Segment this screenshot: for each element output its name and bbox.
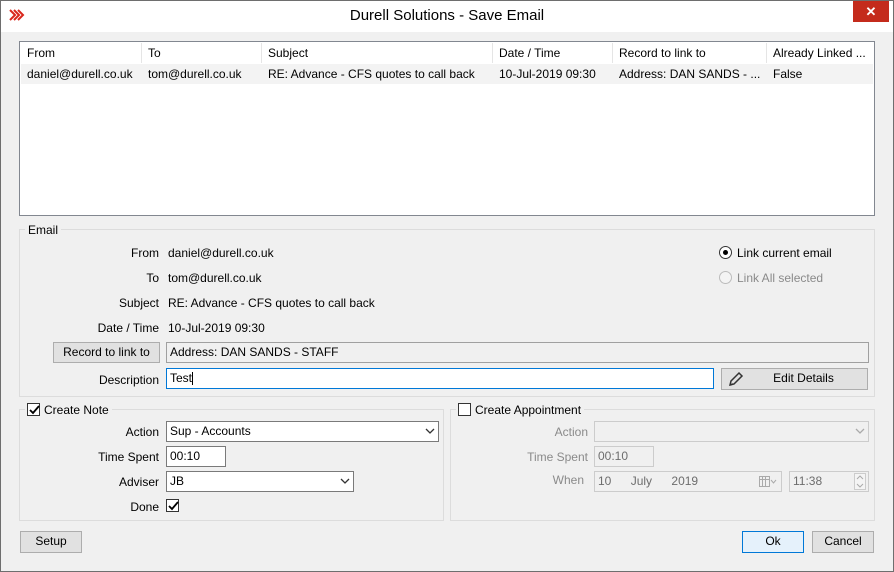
save-email-window: Durell Solutions - Save Email ✕ From To … [0, 0, 894, 572]
note-action-select[interactable]: Sup - Accounts [166, 421, 439, 442]
description-input[interactable]: Test [166, 368, 714, 389]
when-year: 2019 [671, 474, 699, 488]
time-spinner-icon[interactable] [854, 473, 866, 491]
create-appointment-label[interactable]: Create Appointment [475, 403, 581, 417]
create-note-label[interactable]: Create Note [44, 403, 109, 417]
link-all-radio[interactable] [719, 271, 732, 284]
chevron-down-icon [340, 472, 350, 491]
date-time-label: Date / Time [97, 321, 159, 335]
cell-subject: RE: Advance - CFS quotes to call back [268, 67, 475, 81]
when-time-input[interactable]: 11:38 [789, 471, 869, 492]
record-to-link-button[interactable]: Record to link to [53, 342, 160, 363]
email-list-header: From To Subject Date / Time Record to li… [21, 43, 873, 63]
when-month: July [630, 474, 653, 488]
edit-details-button[interactable]: Edit Details [721, 368, 868, 390]
adviser-select[interactable]: JB [166, 471, 354, 492]
column-header-subject[interactable]: Subject [262, 43, 493, 63]
cell-date-time: 10-Jul-2019 09:30 [499, 67, 596, 81]
create-appointment-header: Create Appointment [456, 403, 585, 417]
window-title: Durell Solutions - Save Email [349, 7, 545, 24]
to-label: To [146, 271, 159, 285]
column-header-record[interactable]: Record to link to [613, 43, 767, 63]
cell-to: tom@durell.co.uk [148, 67, 242, 81]
close-button[interactable]: ✕ [853, 1, 889, 22]
email-group-label: Email [25, 223, 62, 237]
ok-button[interactable]: Ok [742, 531, 804, 553]
dialog-body: From To Subject Date / Time Record to li… [9, 32, 885, 565]
email-list[interactable]: From To Subject Date / Time Record to li… [19, 41, 875, 216]
date-time-value: 10-Jul-2019 09:30 [168, 321, 265, 335]
cell-record: Address: DAN SANDS - ... [619, 67, 761, 81]
when-day: 10 [598, 474, 612, 488]
appointment-time-spent-label: Time Spent [527, 450, 588, 464]
description-text: Test [170, 371, 193, 385]
from-value: daniel@durell.co.uk [168, 246, 274, 260]
chevron-down-icon [855, 422, 865, 441]
subject-label: Subject [118, 296, 159, 310]
table-row[interactable]: daniel@durell.co.uk tom@durell.co.uk RE:… [21, 64, 873, 84]
done-checkbox[interactable] [166, 499, 179, 512]
cancel-button[interactable]: Cancel [812, 531, 874, 553]
setup-button[interactable]: Setup [20, 531, 82, 553]
adviser-value: JB [170, 474, 185, 488]
from-label: From [131, 246, 159, 260]
column-header-date-time[interactable]: Date / Time [493, 43, 613, 63]
note-time-spent-label: Time Spent [98, 450, 159, 464]
text-caret [192, 372, 194, 386]
when-time-value: 11:38 [793, 474, 823, 488]
description-label: Description [98, 373, 159, 387]
note-action-value: Sup - Accounts [170, 424, 251, 438]
link-current-radio[interactable] [719, 246, 732, 259]
note-time-spent-input[interactable]: 00:10 [166, 446, 226, 467]
title-bar[interactable]: Durell Solutions - Save Email ✕ [1, 1, 893, 32]
column-header-already-linked[interactable]: Already Linked ... [767, 43, 873, 63]
cell-from: daniel@durell.co.uk [27, 67, 133, 81]
column-header-from[interactable]: From [21, 43, 142, 63]
create-note-header: Create Note [25, 403, 112, 417]
when-label: When [552, 473, 584, 487]
note-action-label: Action [125, 425, 159, 439]
cell-already-linked: False [773, 67, 803, 81]
to-value: tom@durell.co.uk [168, 271, 262, 285]
subject-value: RE: Advance - CFS quotes to call back [168, 296, 375, 310]
create-appointment-checkbox[interactable] [458, 403, 471, 416]
chevron-down-icon [425, 422, 435, 441]
column-header-to[interactable]: To [142, 43, 262, 63]
link-current-label[interactable]: Link current email [737, 246, 832, 260]
appointment-action-label: Action [554, 425, 588, 439]
when-date-picker[interactable]: 10 July 2019 [594, 471, 782, 492]
adviser-label: Adviser [118, 475, 159, 489]
record-to-link-field: Address: DAN SANDS - STAFF [166, 342, 869, 363]
close-icon: ✕ [865, 4, 877, 19]
calendar-icon[interactable] [759, 475, 777, 491]
edit-details-label: Edit Details [773, 371, 834, 385]
done-label: Done [130, 500, 159, 514]
link-all-label[interactable]: Link All selected [737, 271, 823, 285]
create-note-checkbox[interactable] [27, 403, 40, 416]
appointment-action-select[interactable] [594, 421, 869, 442]
appointment-time-spent-input[interactable]: 00:10 [594, 446, 654, 467]
pencil-icon [728, 371, 744, 393]
